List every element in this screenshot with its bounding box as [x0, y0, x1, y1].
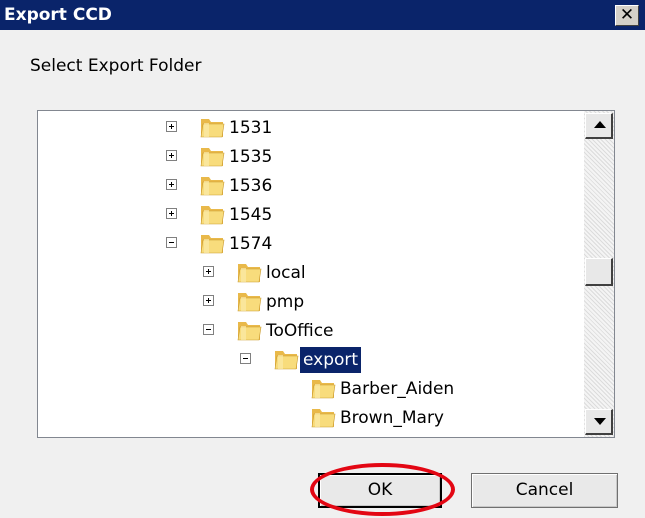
ok-button[interactable]: OK — [318, 473, 442, 508]
folder-icon — [199, 231, 225, 255]
tree-item[interactable]: 1545 — [38, 202, 578, 228]
scroll-down-button[interactable] — [585, 409, 613, 435]
expand-icon[interactable] — [203, 295, 214, 306]
tree-item[interactable]: 1535 — [38, 144, 578, 170]
tree-item-label[interactable]: 1536 — [226, 173, 275, 199]
scroll-up-button[interactable] — [585, 113, 613, 139]
tree-item[interactable]: Barber_Aiden — [38, 376, 578, 402]
folder-icon — [236, 289, 262, 313]
tree-item[interactable]: 1531 — [38, 115, 578, 141]
tree-item-label[interactable]: pmp — [263, 289, 307, 315]
collapse-icon[interactable] — [240, 353, 251, 364]
tree-item-label[interactable]: 1545 — [226, 202, 275, 228]
cancel-button[interactable]: Cancel — [471, 473, 618, 508]
expand-icon[interactable] — [166, 150, 177, 161]
tree-item[interactable]: pmp — [38, 289, 578, 315]
folder-icon — [199, 115, 225, 139]
close-button[interactable]: ✕ — [615, 5, 639, 26]
folder-icon — [199, 173, 225, 197]
tree-item[interactable]: local — [38, 260, 578, 286]
tree-item[interactable]: Brown_Mary — [38, 405, 578, 431]
tree-item[interactable]: export — [38, 347, 578, 373]
tree-item-label[interactable]: Brown_Mary — [337, 405, 447, 431]
tree-item-label[interactable]: export — [300, 347, 362, 373]
tree-item[interactable]: 1536 — [38, 173, 578, 199]
collapse-icon[interactable] — [203, 324, 214, 335]
expand-icon[interactable] — [203, 266, 214, 277]
tree-item[interactable]: 1574 — [38, 231, 578, 257]
arrow-down-icon — [594, 418, 606, 425]
expand-icon[interactable] — [166, 121, 177, 132]
folder-icon — [236, 318, 262, 342]
tree-item-label[interactable]: 1535 — [226, 144, 275, 170]
title-bar: Export CCD ✕ — [0, 0, 645, 30]
tree-item-label[interactable]: 1531 — [226, 115, 275, 141]
folder-tree[interactable]: 1531 1535 1536 1545 1574 local pmp ToOffice expo… — [37, 110, 615, 438]
folder-icon — [310, 376, 336, 400]
arrow-up-icon — [594, 121, 606, 128]
dialog-title: Export CCD — [4, 5, 112, 25]
expand-icon[interactable] — [166, 179, 177, 190]
folder-icon — [199, 202, 225, 226]
scroll-thumb[interactable] — [585, 258, 613, 286]
tree-item-label[interactable]: Barber_Aiden — [337, 376, 457, 402]
collapse-icon[interactable] — [166, 237, 177, 248]
folder-icon — [236, 260, 262, 284]
expand-icon[interactable] — [166, 208, 177, 219]
folder-icon — [273, 347, 299, 371]
prompt-label: Select Export Folder — [30, 56, 202, 76]
close-icon: ✕ — [619, 5, 635, 25]
folder-icon — [310, 405, 336, 429]
folder-icon — [199, 144, 225, 168]
vertical-scrollbar[interactable] — [584, 111, 614, 437]
tree-item[interactable]: ToOffice — [38, 318, 578, 344]
tree-item-label[interactable]: local — [263, 260, 309, 286]
tree-item-label[interactable]: 1574 — [226, 231, 275, 257]
export-ccd-dialog: Export CCD ✕ Select Export Folder 1531 15… — [0, 0, 645, 518]
tree-item-label[interactable]: ToOffice — [263, 318, 337, 344]
